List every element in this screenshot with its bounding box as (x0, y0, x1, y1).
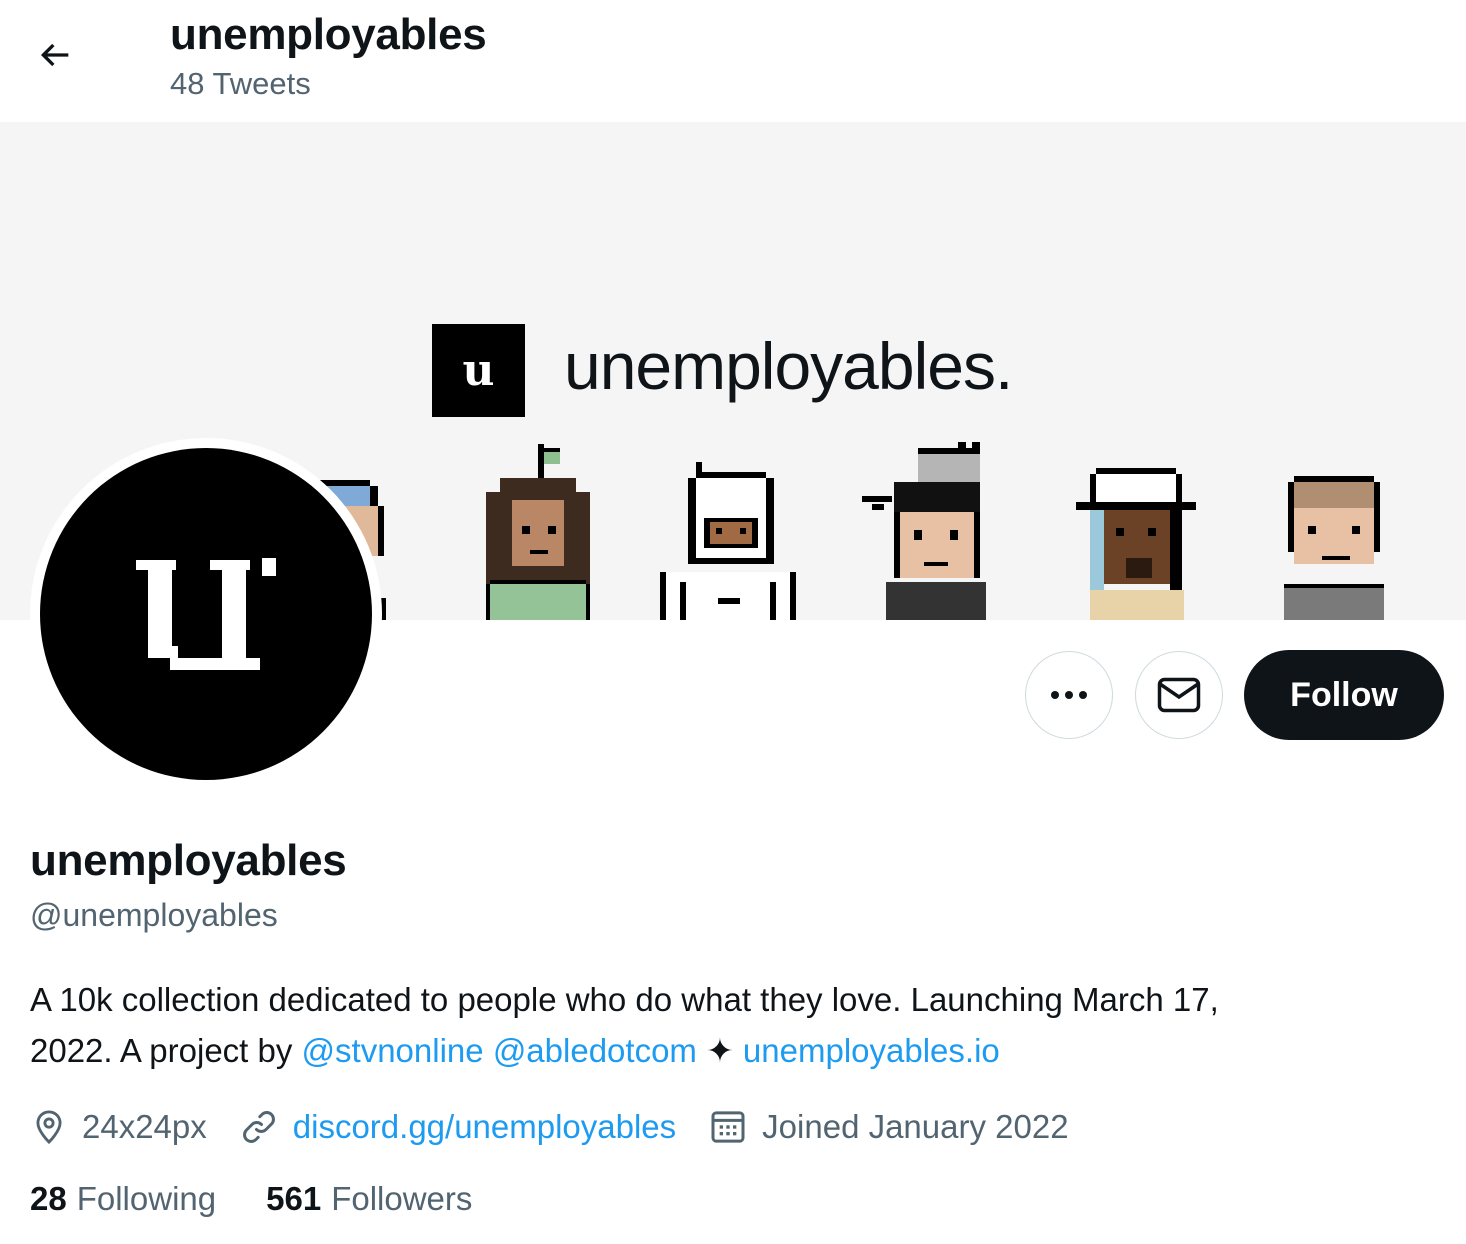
profile-avatar[interactable] (30, 438, 382, 790)
avatar-image (40, 448, 372, 780)
location-text: 24x24px (82, 1108, 207, 1145)
following-count: 28 (30, 1180, 67, 1217)
bio-line-2: 2022. A project by @stvnonline @abledotc… (30, 1025, 1430, 1076)
avatar-logo-icon (136, 558, 276, 670)
pixel-character-5 (1076, 468, 1196, 620)
followers-count: 561 (266, 1180, 322, 1217)
profile-header: unemployables 48 Tweets (0, 0, 1466, 122)
following-link[interactable]: 28 Following (30, 1180, 216, 1218)
header-title: unemployables (170, 10, 487, 59)
website-link[interactable]: unemployables.io (743, 1032, 1000, 1069)
banner-logo: u (432, 324, 525, 417)
back-button[interactable] (18, 18, 92, 92)
follow-button[interactable]: Follow (1244, 650, 1444, 740)
sparkle-glyph: ✦ (706, 1032, 734, 1069)
more-icon (1051, 691, 1087, 699)
joined-item: Joined January 2022 (708, 1107, 1069, 1147)
profile-bio: A 10k collection dedicated to people who… (30, 974, 1430, 1076)
location-item: 24x24px (30, 1107, 207, 1147)
joined-date: Joined January 2022 (762, 1108, 1069, 1145)
followers-label: Followers (331, 1180, 473, 1217)
mention-abledotcom-link[interactable]: @abledotcom (493, 1032, 697, 1069)
url-item: discord.gg/unemployables (239, 1107, 676, 1147)
more-options-button[interactable] (1025, 651, 1113, 739)
envelope-icon (1157, 677, 1201, 713)
calendar-icon (711, 1111, 745, 1143)
following-label: Following (76, 1180, 217, 1217)
profile-url-link[interactable]: discord.gg/unemployables (293, 1108, 676, 1146)
pixel-character-2 (486, 444, 590, 620)
link-icon (242, 1111, 275, 1143)
pixel-character-3 (660, 462, 796, 620)
banner-logo-mark: u (462, 345, 495, 396)
bio-line-1: A 10k collection dedicated to people who… (30, 981, 1219, 1018)
mention-stvnonline-link[interactable]: @stvnonline (302, 1032, 484, 1069)
followers-link[interactable]: 561 Followers (266, 1180, 472, 1218)
profile-meta: 24x24px discord.gg/unemployables Joined … (30, 1102, 1101, 1152)
tweet-count: 48 Tweets (170, 66, 311, 101)
banner-wordmark: unemployables. (564, 329, 1013, 403)
follow-stats: 28 Following 561 Followers (30, 1180, 522, 1218)
display-name: unemployables (30, 836, 347, 885)
bio-text: 2022. A project by (30, 1032, 302, 1069)
pixel-character-6 (1284, 476, 1384, 620)
back-arrow-icon (40, 43, 69, 67)
message-button[interactable] (1135, 651, 1223, 739)
location-pin-icon (36, 1110, 62, 1145)
user-handle: @unemployables (30, 897, 278, 933)
pixel-character-4 (862, 442, 986, 620)
